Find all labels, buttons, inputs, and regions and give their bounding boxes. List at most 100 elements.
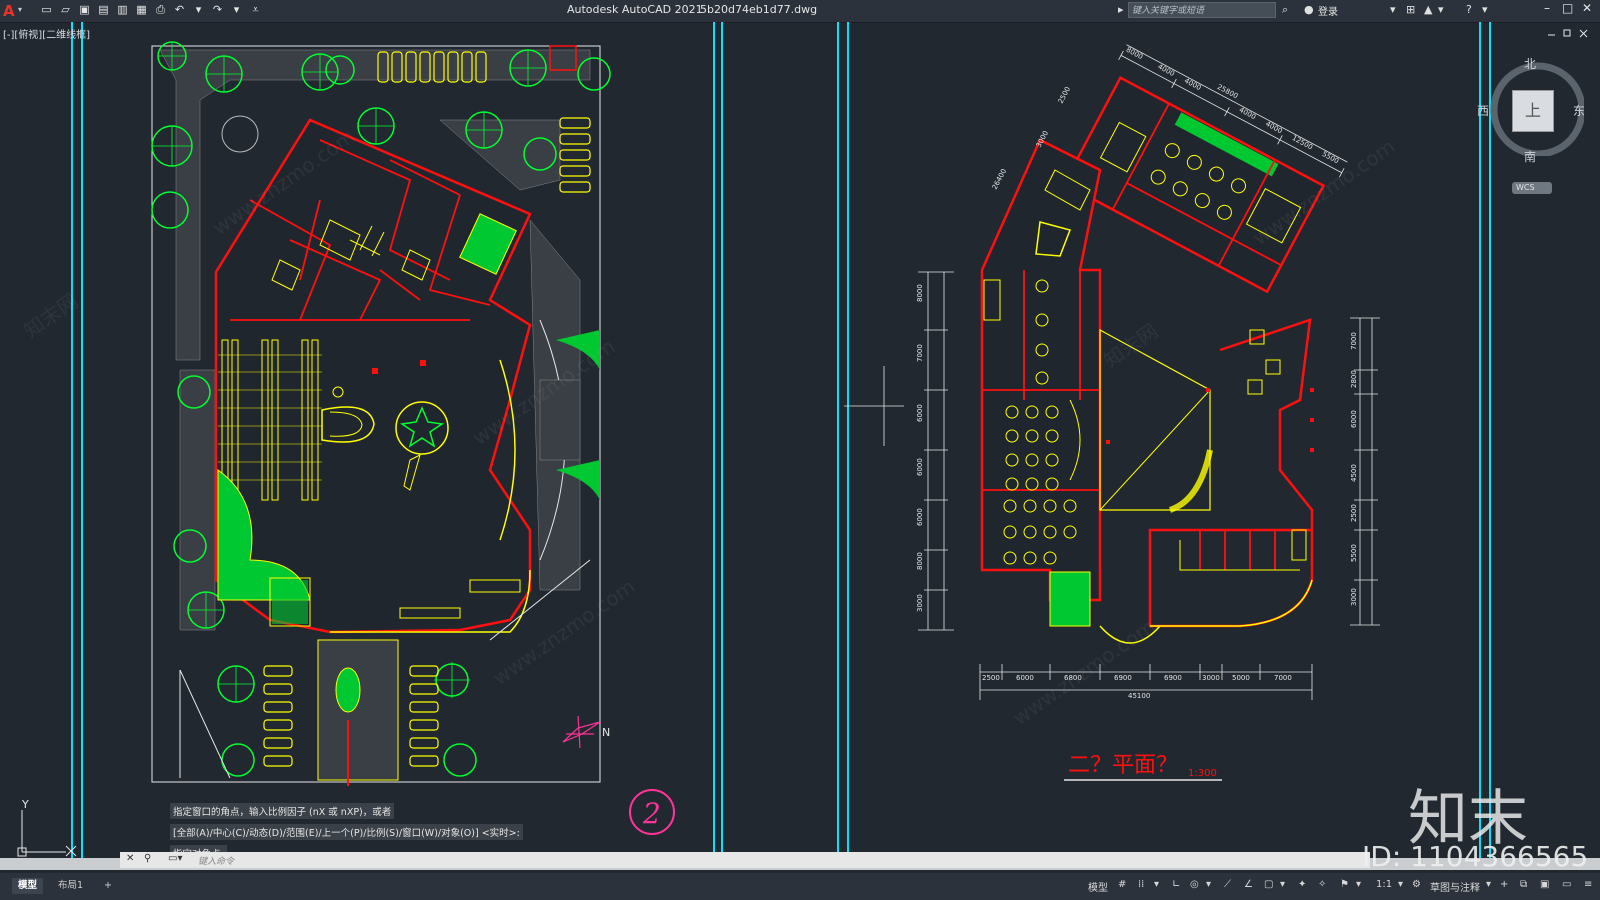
site-plan-left [151, 41, 611, 786]
grid-icon[interactable]: # [1118, 879, 1126, 890]
customize-qat-icon[interactable]: ⩡ [249, 3, 262, 17]
app-title: Autodesk AutoCAD 2021 [567, 3, 703, 16]
search-expand-icon[interactable]: ▸ [1118, 3, 1124, 16]
dim-r-1: 2800 [1350, 370, 1358, 388]
dim-v-4: 6000 [916, 508, 924, 526]
object-snap-icon[interactable]: ▢ [1264, 879, 1273, 890]
dim-v-2: 6000 [916, 404, 924, 422]
help-search-input[interactable]: 键入关键字或短语 [1128, 2, 1276, 18]
dim-v-5: 8000 [916, 552, 924, 570]
ortho-icon[interactable]: ∟ [1172, 879, 1180, 890]
customization-menu-icon[interactable]: ≡ [1584, 879, 1592, 890]
a360-icon[interactable]: ▲ [1424, 3, 1432, 16]
polar-icon[interactable]: ◎ [1190, 879, 1199, 890]
workspace-gear-icon[interactable]: ⚙ [1412, 879, 1421, 890]
dim-b-4: 6900 [1164, 674, 1182, 682]
dim-b-6: 5000 [1232, 674, 1250, 682]
dim-b-1: 6000 [1016, 674, 1034, 682]
autocad-logo-icon[interactable]: A [3, 2, 15, 20]
login-button[interactable]: 登录 [1318, 3, 1338, 18]
dim-b-total: 45100 [1128, 692, 1150, 700]
isodraft-icon[interactable]: ⟋ [1224, 879, 1231, 890]
dim-v-3: 6000 [916, 458, 924, 476]
drawing-canvas[interactable]: N 2 8000 7000 6000 6000 6000 8000 3000 7… [0, 22, 1600, 870]
cart-icon[interactable]: ⊞ [1406, 3, 1415, 16]
dim-t-6: 12500 [1291, 134, 1314, 152]
workspace-dropdown-icon[interactable]: ▾ [1486, 879, 1491, 890]
scale-dropdown-icon[interactable]: ▾ [1398, 879, 1403, 890]
clean-screen-icon[interactable]: ▭ [1562, 879, 1571, 890]
undo-icon[interactable]: ↶ [173, 3, 186, 17]
command-recent-icon[interactable]: ▭▾ [168, 853, 182, 864]
auto-scale-icon[interactable]: ✧ [1318, 879, 1326, 890]
snap-icon[interactable]: ⁞⁞ [1138, 879, 1144, 890]
plan-title: 二？平面？ [1068, 753, 1178, 778]
viewcube-south[interactable]: 南 [1524, 148, 1536, 165]
viewcube-west[interactable]: 西 [1477, 102, 1489, 119]
help-icon[interactable]: ? [1466, 3, 1472, 16]
tab-layout1[interactable]: 布局1 [52, 878, 89, 894]
maximize-icon[interactable]: □ [1562, 1, 1573, 15]
dim-b-3: 6900 [1114, 674, 1132, 682]
brand-id: ID: 1104366565 [1362, 840, 1589, 873]
object-snap-tracking-icon[interactable]: ∠ [1244, 879, 1253, 890]
print-icon[interactable]: ⎙ [154, 3, 167, 17]
add-layout-button[interactable]: + [98, 878, 118, 894]
file-name: 5b20d74eb1d77.dwg [700, 3, 818, 16]
status-bar: 模型 布局1 + 模型 # ⁞⁞ ▾ ∟ ◎ ▾ ⟋ ∠ ▢ ▾ ✦ ✧ ⚑ ▾… [0, 873, 1600, 900]
app-menu-arrow-icon[interactable]: ▾ [18, 5, 22, 14]
model-space-button[interactable]: 模型 [1088, 879, 1108, 894]
snap-dropdown-icon[interactable]: ▾ [1154, 879, 1159, 890]
quick-properties-icon[interactable]: ▣ [1540, 879, 1549, 890]
dim-r-6: 3000 [1350, 588, 1358, 606]
annotation-scale-icon[interactable]: ⚑ [1340, 879, 1349, 890]
dim-r-5: 5500 [1350, 544, 1358, 562]
command-input[interactable]: 键入命令 [198, 854, 234, 867]
viewcube-north[interactable]: 北 [1524, 55, 1536, 72]
units-icon[interactable]: ⧉ [1520, 879, 1527, 890]
new-file-icon[interactable]: ▭ [40, 3, 53, 17]
user-icon[interactable]: ● [1304, 3, 1314, 16]
quick-access-toolbar: ▭ ▱ ▣ ▤ ▥ ▦ ⎙ ↶ ▾ ↷ ▾ ⩡ [40, 3, 262, 17]
tab-model[interactable]: 模型 [12, 878, 44, 894]
ucs-y-label: Y [21, 798, 29, 811]
plan-number-label: 2 [642, 797, 661, 830]
dim-v-0: 8000 [916, 284, 924, 302]
annotation-monitor-icon[interactable]: + [1500, 879, 1508, 890]
undo-dropdown-icon[interactable]: ▾ [192, 3, 205, 17]
a360-dropdown-icon[interactable]: ▾ [1438, 3, 1444, 16]
scale-value[interactable]: 1:1 [1376, 879, 1392, 890]
save-web-icon[interactable]: ▦ [135, 3, 148, 17]
wcs-menu[interactable]: WCS [1512, 182, 1552, 194]
plan-scale: 1:300 [1188, 768, 1217, 779]
viewcube-top-face[interactable]: 上 [1512, 90, 1554, 132]
redo-dropdown-icon[interactable]: ▾ [230, 3, 243, 17]
save-icon[interactable]: ▣ [78, 3, 91, 17]
dim-b-7: 7000 [1274, 674, 1292, 682]
polar-dropdown-icon[interactable]: ▾ [1206, 879, 1211, 890]
search-icon[interactable]: ⌕ [1282, 3, 1288, 17]
object-snap-dropdown-icon[interactable]: ▾ [1280, 879, 1285, 890]
doc-window-controls [1548, 29, 1588, 38]
minimize-icon[interactable]: – [1544, 1, 1550, 15]
close-icon[interactable]: ✕ [1582, 1, 1592, 15]
command-history-line: 指定窗口的角点，输入比例因子 (nX 或 nXP)，或者 [170, 803, 395, 819]
ucs-icon [17, 810, 77, 857]
annotation-scale-dropdown-icon[interactable]: ▾ [1356, 879, 1361, 890]
workspace-switch[interactable]: 草图与注释 [1430, 879, 1480, 894]
redo-icon[interactable]: ↷ [211, 3, 224, 17]
viewcube-east[interactable]: 东 [1573, 102, 1585, 119]
command-line[interactable]: ✕ ⚲ ▭▾ 键入命令 [120, 852, 1370, 868]
viewport-controls-label[interactable]: [-][俯视][二维线框] [3, 26, 90, 41]
dim-t-3: 25800 [1216, 83, 1239, 101]
open-file-icon[interactable]: ▱ [59, 3, 72, 17]
command-customize-icon[interactable]: ⚲ [144, 853, 151, 864]
vertical-dimension-labels: 8000 7000 6000 6000 6000 8000 3000 [916, 284, 924, 612]
help-dropdown-icon[interactable]: ▾ [1482, 3, 1488, 16]
save-as-icon[interactable]: ▤ [97, 3, 110, 17]
command-close-icon[interactable]: ✕ [126, 853, 134, 864]
dim-v-6: 3000 [916, 594, 924, 612]
login-dropdown-icon[interactable]: ▾ [1390, 3, 1396, 16]
annotation-visibility-icon[interactable]: ✦ [1298, 879, 1306, 890]
open-web-icon[interactable]: ▥ [116, 3, 129, 17]
